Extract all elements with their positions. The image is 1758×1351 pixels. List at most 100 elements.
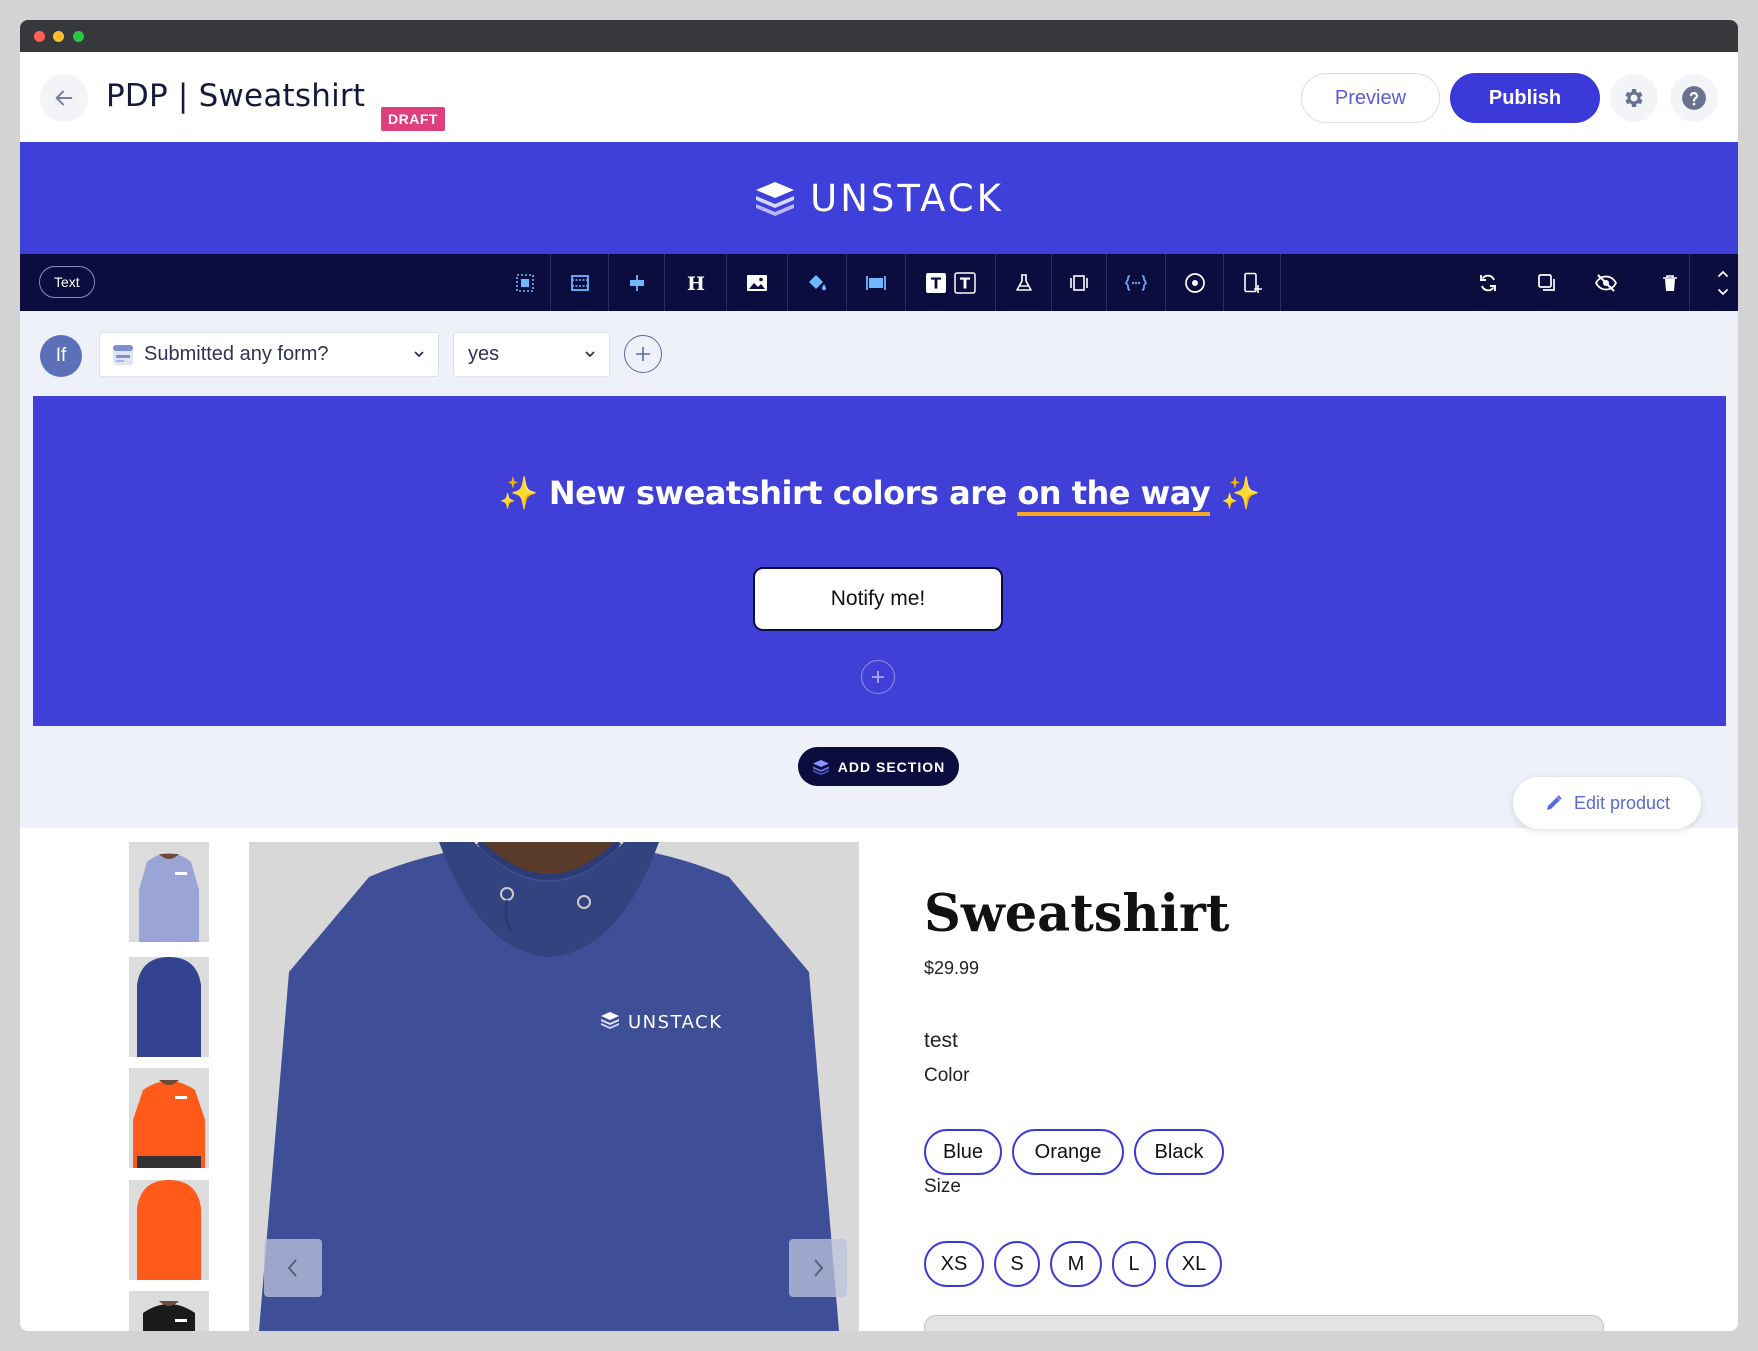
product-main-image: UNSTACK [249, 842, 859, 1331]
layers-icon [812, 759, 829, 775]
size-option-m[interactable]: M [1050, 1241, 1102, 1287]
minimize-window-dot[interactable] [53, 31, 64, 42]
sparkle-left: ✨ [498, 474, 539, 512]
section-width-tool[interactable] [551, 254, 609, 311]
add-element-button[interactable] [861, 660, 895, 694]
condition-field-select[interactable]: Submitted any form? [99, 332, 439, 377]
element-toolbar: Text H TT [20, 254, 1738, 311]
mobile-add-tool[interactable] [1224, 254, 1281, 311]
sweatshirt-thumbnail-image [129, 1068, 209, 1168]
condition-operator-select[interactable]: yes [453, 332, 610, 377]
title-bar [20, 20, 1738, 52]
code-icon [1125, 274, 1147, 291]
previous-image-button[interactable] [264, 1239, 322, 1297]
duplicate-icon [1538, 273, 1555, 291]
plus-icon [872, 671, 884, 683]
reorder-tool[interactable] [1708, 254, 1738, 311]
sweatshirt-thumbnail-image [129, 957, 209, 1057]
product-title: Sweatshirt [924, 884, 1230, 944]
add-section-label: ADD SECTION [837, 758, 946, 775]
svg-text:H: H [687, 273, 705, 293]
align-icon [629, 274, 644, 291]
sweatshirt-thumbnail-image [129, 1291, 209, 1331]
product-thumbnail[interactable] [129, 1068, 209, 1168]
publish-button[interactable]: Publish [1450, 73, 1600, 123]
product-thumbnail[interactable] [129, 1180, 209, 1280]
color-option-blue[interactable]: Blue [924, 1129, 1002, 1175]
sweatshirt-thumbnail-image [129, 1180, 209, 1280]
product-thumbnail[interactable] [129, 1291, 209, 1331]
settings-button[interactable] [1610, 74, 1658, 122]
hide-tool[interactable] [1586, 254, 1626, 311]
delete-tool[interactable] [1650, 254, 1690, 311]
add-section-button[interactable]: ADD SECTION [798, 747, 959, 786]
test-tool[interactable] [996, 254, 1052, 311]
layout-tool[interactable] [847, 254, 906, 311]
sync-icon [1480, 274, 1496, 291]
status-badge: DRAFT [381, 107, 445, 131]
chevron-left-icon [287, 1259, 297, 1277]
add-condition-button[interactable] [624, 335, 662, 373]
select-tool[interactable] [499, 254, 551, 311]
sweatshirt-thumbnail-image [129, 842, 209, 942]
edit-product-label: Edit product [1573, 792, 1671, 813]
chevron-right-icon [814, 1259, 824, 1277]
close-window-dot[interactable] [34, 31, 45, 42]
back-button[interactable] [40, 74, 88, 122]
align-tool[interactable] [609, 254, 665, 311]
site-header: UNSTACK [20, 142, 1738, 254]
condition-field-value: Submitted any form? [144, 343, 329, 365]
edit-product-button[interactable]: Edit product [1513, 777, 1701, 829]
arrow-left-icon [55, 90, 73, 106]
heading-tool[interactable]: H [665, 254, 727, 311]
add-to-cart-button[interactable] [924, 1315, 1604, 1331]
columns-tool[interactable] [1052, 254, 1107, 311]
fill-color-tool[interactable] [788, 254, 847, 311]
preview-button[interactable]: Preview [1301, 73, 1440, 123]
next-image-button[interactable] [789, 1239, 847, 1297]
svg-text:T: T [959, 274, 970, 292]
color-option-black[interactable]: Black [1134, 1129, 1224, 1175]
chevron-down-icon [414, 351, 424, 358]
color-label: Color [924, 1065, 970, 1086]
layout-icon [866, 275, 886, 290]
notify-button[interactable]: Notify me! [753, 567, 1003, 631]
image-logo-text: UNSTACK [628, 1012, 723, 1033]
condition-operator-value: yes [468, 343, 500, 365]
if-badge: If [40, 335, 82, 377]
product-thumbnail[interactable] [129, 842, 209, 942]
gear-icon [1625, 89, 1643, 107]
chevron-down-icon [585, 351, 595, 358]
hero-title-text: New sweatshirt colors are [548, 474, 1018, 512]
question-icon [1682, 86, 1706, 110]
size-option-xl[interactable]: XL [1166, 1241, 1222, 1287]
page-title: PDP | Sweatshirt [106, 78, 366, 114]
size-option-l[interactable]: L [1112, 1241, 1156, 1287]
sync-tool[interactable] [1468, 254, 1508, 311]
target-tool[interactable] [1166, 254, 1224, 311]
text-style-icon: TT [925, 271, 976, 294]
sweatshirt-main-image: UNSTACK [249, 842, 859, 1331]
hero-title[interactable]: ✨ New sweatshirt colors are on the way ✨ [33, 474, 1726, 516]
select-icon [515, 273, 534, 292]
hero-title-underlined: on the way [1017, 474, 1211, 516]
columns-icon [1070, 274, 1088, 291]
code-tool[interactable] [1107, 254, 1166, 311]
eye-off-icon [1595, 273, 1617, 292]
duplicate-tool[interactable] [1527, 254, 1567, 311]
text-style-tool[interactable]: TT [906, 254, 996, 311]
mobile-add-icon [1244, 272, 1262, 293]
hero-section[interactable]: ✨ New sweatshirt colors are on the way ✨… [33, 396, 1726, 726]
image-tool[interactable] [727, 254, 788, 311]
color-option-orange[interactable]: Orange [1012, 1129, 1124, 1175]
product-thumbnail[interactable] [129, 957, 209, 1057]
size-option-s[interactable]: S [994, 1241, 1040, 1287]
size-option-xs[interactable]: XS [924, 1241, 984, 1287]
plus-icon [636, 347, 650, 361]
maximize-window-dot[interactable] [73, 31, 84, 42]
section-width-icon [570, 274, 589, 291]
help-button[interactable] [1670, 74, 1718, 122]
element-type-pill[interactable]: Text [39, 266, 95, 298]
svg-text:T: T [930, 274, 941, 292]
condition-bar: If Submitted any form? yes [20, 311, 1738, 396]
